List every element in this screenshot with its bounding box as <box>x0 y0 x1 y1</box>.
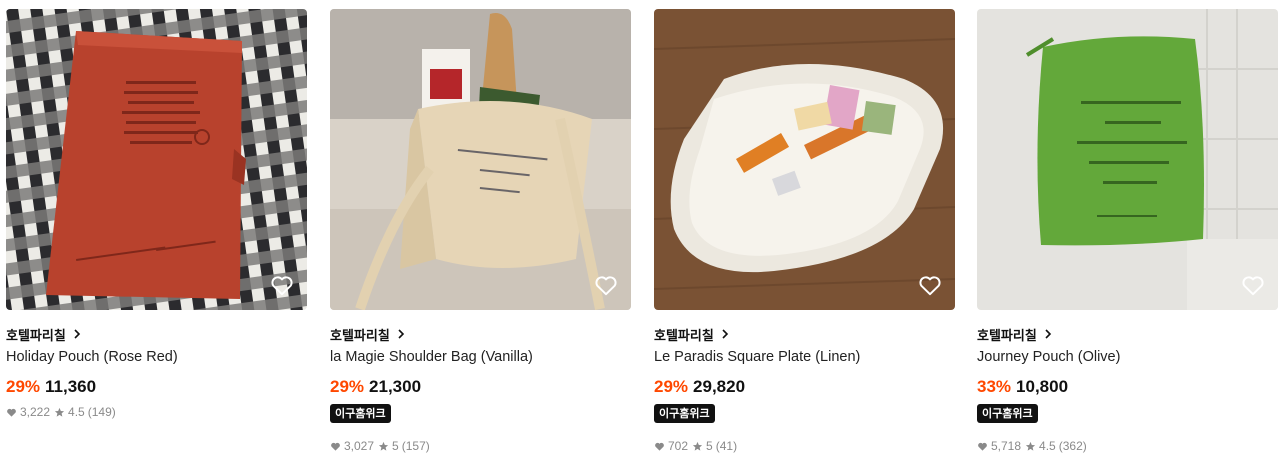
chevron-right-icon <box>1045 329 1051 339</box>
wishlist-heart-icon[interactable] <box>593 272 619 298</box>
promo-badge: 이구홈위크 <box>330 404 391 423</box>
product-name[interactable]: Holiday Pouch (Rose Red) <box>6 347 307 367</box>
price-row: 29% 29,820 <box>654 376 955 398</box>
discount-rate: 33% <box>977 377 1012 396</box>
promo-badge: 이구홈위크 <box>977 404 1038 423</box>
product-card[interactable]: 호텔파리칠 la Magie Shoulder Bag (Vanilla) 29… <box>330 9 631 454</box>
product-stats: 702 5 (41) <box>654 438 955 454</box>
star-icon <box>692 441 703 451</box>
product-stats: 3,222 4.5 (149) <box>6 404 307 420</box>
star-icon <box>1025 441 1036 451</box>
sale-price: 11,360 <box>45 377 97 396</box>
like-count: 3,222 <box>20 405 51 419</box>
product-photo-olive-pouch <box>977 9 1278 310</box>
brand-link[interactable]: 호텔파리칠 <box>977 325 1278 344</box>
promo-badge: 이구홈위크 <box>654 404 715 423</box>
chevron-right-icon <box>722 329 728 339</box>
sale-price: 10,800 <box>1016 377 1069 396</box>
rating-score: 4.5 <box>1039 439 1056 453</box>
product-photo-linen-plate <box>654 9 955 310</box>
review-count: (149) <box>87 405 116 419</box>
review-count: (157) <box>401 439 430 453</box>
product-grid: 호텔파리칠 Holiday Pouch (Rose Red) 29% 11,36… <box>0 0 1280 466</box>
wishlist-heart-icon[interactable] <box>269 272 295 298</box>
brand-link[interactable]: 호텔파리칠 <box>330 325 631 344</box>
product-image[interactable] <box>654 9 955 310</box>
star-icon <box>378 441 389 451</box>
discount-rate: 29% <box>654 377 689 396</box>
brand-name: 호텔파리칠 <box>330 328 390 344</box>
review-count: (41) <box>715 439 738 453</box>
product-card[interactable]: 호텔파리칠 Journey Pouch (Olive) 33% 10,800 이… <box>977 9 1278 454</box>
brand-name: 호텔파리칠 <box>977 328 1037 344</box>
like-count: 5,718 <box>991 439 1022 453</box>
sale-price: 21,300 <box>369 377 422 396</box>
discount-rate: 29% <box>6 377 41 396</box>
rating-score: 5 <box>706 439 713 453</box>
review-count: (362) <box>1058 439 1087 453</box>
product-photo-vanilla-shoulder-bag <box>330 9 631 310</box>
star-icon <box>54 407 65 417</box>
discount-rate: 29% <box>330 377 365 396</box>
price-row: 29% 11,360 <box>6 376 307 398</box>
brand-link[interactable]: 호텔파리칠 <box>654 325 955 344</box>
product-name[interactable]: la Magie Shoulder Bag (Vanilla) <box>330 347 631 367</box>
brand-name: 호텔파리칠 <box>654 328 714 344</box>
rating-score: 4.5 <box>68 405 85 419</box>
product-card[interactable]: 호텔파리칠 Le Paradis Square Plate (Linen) 29… <box>654 9 955 454</box>
product-image[interactable] <box>977 9 1278 310</box>
wishlist-heart-icon[interactable] <box>917 272 943 298</box>
product-name[interactable]: Journey Pouch (Olive) <box>977 347 1278 367</box>
brand-name: 호텔파리칠 <box>6 328 66 344</box>
brand-link[interactable]: 호텔파리칠 <box>6 325 307 344</box>
rating-score: 5 <box>392 439 399 453</box>
wishlist-heart-icon[interactable] <box>1240 272 1266 298</box>
product-name[interactable]: Le Paradis Square Plate (Linen) <box>654 347 955 367</box>
like-count: 702 <box>668 439 689 453</box>
product-stats: 3,027 5 (157) <box>330 438 631 454</box>
price-row: 29% 21,300 <box>330 376 631 398</box>
product-image[interactable] <box>6 9 307 310</box>
sale-price: 29,820 <box>693 377 746 396</box>
chevron-right-icon <box>398 329 404 339</box>
price-row: 33% 10,800 <box>977 376 1278 398</box>
heart-filled-icon <box>655 442 664 451</box>
heart-filled-icon <box>978 442 987 451</box>
heart-filled-icon <box>7 408 16 417</box>
chevron-right-icon <box>74 329 80 339</box>
product-stats: 5,718 4.5 (362) <box>977 438 1278 454</box>
product-photo-rose-red-pouch <box>6 9 307 310</box>
heart-filled-icon <box>331 442 340 451</box>
like-count: 3,027 <box>344 439 375 453</box>
product-image[interactable] <box>330 9 631 310</box>
product-card[interactable]: 호텔파리칠 Holiday Pouch (Rose Red) 29% 11,36… <box>6 9 307 420</box>
